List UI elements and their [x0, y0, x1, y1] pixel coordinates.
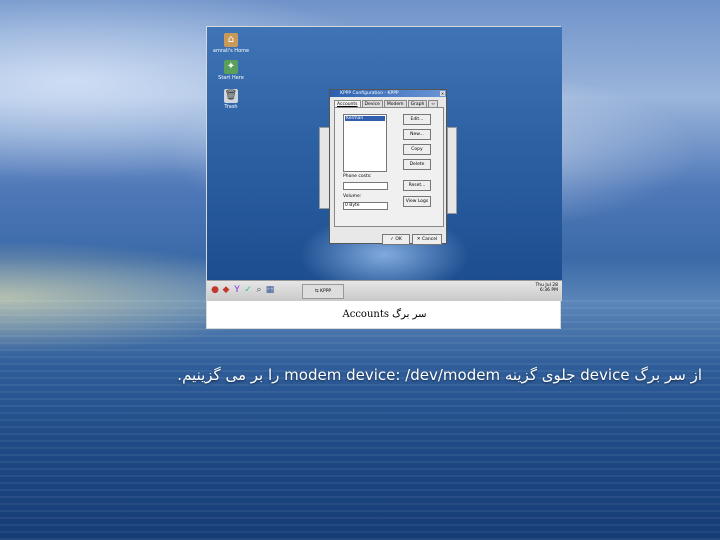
background-waves — [0, 300, 720, 540]
taskbar-item-label: KPPP — [320, 289, 332, 294]
ok-button[interactable]: ✓ OK — [382, 234, 410, 245]
clock-time: 6:36 PM — [539, 288, 558, 293]
redhat-menu-icon[interactable]: ● — [210, 284, 220, 296]
taskbar: ● ◆ Y ✓ ⌕ ▦ ⇆ KPPP Thu Jul 28 6:36 PM — [207, 280, 562, 301]
volume-field: 0 Byte — [343, 202, 388, 210]
slide-body-text: از سر برگ device جلوی گزینه modem device… — [177, 366, 702, 384]
desktop-icon-trash[interactable]: 🗑 Trash — [211, 89, 251, 110]
delete-button[interactable]: Delete — [403, 159, 431, 170]
pager-icon[interactable]: ▦ — [265, 284, 275, 296]
desktop-icon-home[interactable]: ⌂ amrali's Home — [211, 33, 251, 54]
close-icon[interactable]: × — [440, 91, 445, 96]
window-title: KPPP Configuration - KPPP — [340, 91, 399, 96]
phone-costs-field — [343, 182, 388, 190]
start-here-icon: ✦ — [224, 60, 238, 74]
view-logs-button[interactable]: View Logs — [403, 196, 431, 207]
taskbar-item-kppp[interactable]: ⇆ KPPP — [302, 284, 344, 299]
list-item[interactable]: Kerman — [345, 116, 385, 121]
screenshot-caption: سر برگ Accounts — [342, 309, 427, 320]
desktop-icon-label: Start Here — [218, 75, 244, 81]
mail-icon[interactable]: Y — [232, 284, 242, 296]
new-button[interactable]: New... — [403, 129, 431, 140]
desktop-icon-start-here[interactable]: ✦ Start Here — [211, 60, 251, 81]
kppp-config-window[interactable]: KPPP Configuration - KPPP × Accounts Dev… — [329, 89, 447, 245]
home-icon: ⌂ — [224, 33, 238, 47]
cancel-button[interactable]: ✕ Cancel — [412, 234, 442, 245]
taskbar-clock[interactable]: Thu Jul 28 6:36 PM — [536, 283, 558, 293]
window-titlebar[interactable]: KPPP Configuration - KPPP × — [330, 90, 446, 97]
accounts-list[interactable]: Kerman — [343, 114, 387, 172]
desktop: ⌂ amrali's Home ✦ Start Here 🗑 Trash KPP… — [207, 27, 562, 280]
office-icon[interactable]: ✓ — [243, 284, 253, 296]
edit-button[interactable]: Edit... — [403, 114, 431, 125]
reset-button[interactable]: Reset... — [403, 180, 431, 191]
browser-icon[interactable]: ◆ — [221, 284, 231, 296]
background-window[interactable] — [447, 127, 457, 214]
accounts-panel: Kerman Edit... New... Copy Delete Phone … — [334, 107, 444, 227]
volume-label: Volume: — [343, 194, 362, 199]
search-icon[interactable]: ⌕ — [254, 284, 264, 296]
kppp-screenshot: ⌂ amrali's Home ✦ Start Here 🗑 Trash KPP… — [206, 26, 562, 329]
phone-costs-label: Phone costs: — [343, 174, 372, 179]
desktop-icon-label: Trash — [224, 104, 238, 110]
ok-label: OK — [395, 237, 402, 242]
desktop-icon-label: amrali's Home — [212, 48, 250, 54]
trash-icon: 🗑 — [224, 89, 238, 103]
taskbar-launchers: ● ◆ Y ✓ ⌕ ▦ — [210, 284, 275, 296]
cancel-label: Cancel — [421, 237, 438, 242]
copy-button[interactable]: Copy — [403, 144, 431, 155]
